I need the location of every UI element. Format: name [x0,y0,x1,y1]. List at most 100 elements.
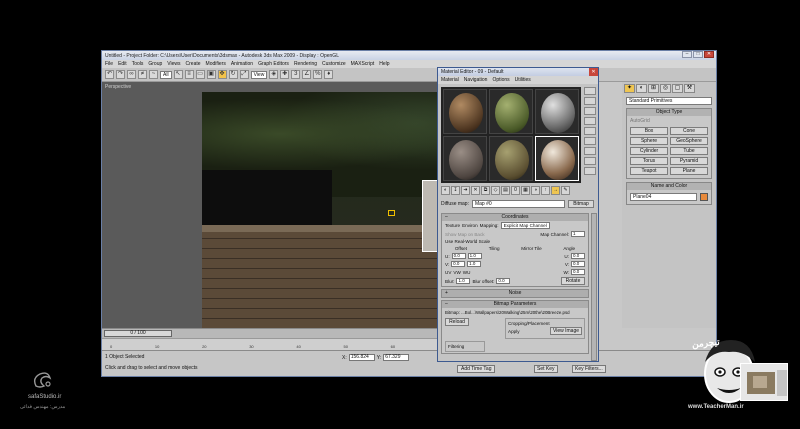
cylinder-button[interactable]: Cylinder [630,147,668,155]
sample-slot-active[interactable] [535,136,579,181]
assign-material-icon[interactable]: ➜ [461,186,470,195]
plane-button[interactable]: Plane [670,167,708,175]
blur-offset-input[interactable]: 0.0 [496,278,511,284]
motion-tab-icon[interactable]: ◎ [660,84,671,93]
u-offset-input[interactable]: 0.0 [451,253,466,259]
make-preview-icon[interactable] [584,137,596,145]
menu-tools[interactable]: Tools [132,61,144,67]
sample-slot[interactable] [443,136,487,181]
texture-radio[interactable]: Texture [445,223,460,228]
w-angle-input[interactable]: 0.0 [571,269,585,275]
select-move-icon[interactable]: ✥ [217,70,227,79]
make-copy-icon[interactable]: ⧉ [481,186,490,195]
noise-header[interactable]: + Noise [442,290,588,297]
angle-snap-icon[interactable]: ∠ [302,70,312,79]
sample-slot[interactable] [535,89,579,134]
tube-button[interactable]: Tube [670,147,708,155]
coordinates-header[interactable]: – Coordinates [442,214,588,221]
material-editor-close-button[interactable]: ✕ [589,68,598,76]
select-by-name-icon[interactable]: ≡ [184,70,194,79]
torus-button[interactable]: Torus [630,157,668,165]
environ-radio[interactable]: Environ [462,223,478,228]
sample-type-icon[interactable] [584,87,596,95]
video-color-check-icon[interactable] [584,127,596,135]
set-key-button[interactable]: Set Key [534,365,558,373]
use-real-world-checkbox[interactable]: Use Real-World Scale [445,239,490,244]
view-image-button[interactable]: View Image [550,327,582,335]
selection-filter-dropdown[interactable]: All [160,70,172,79]
rotate-button[interactable]: Rotate [561,277,585,285]
undo-icon[interactable]: ↶ [105,70,114,79]
u-angle-input[interactable]: 0.0 [571,253,585,259]
object-type-header[interactable]: Object Type [627,109,711,116]
teapot-button[interactable]: Teapot [630,167,668,175]
viewport-label[interactable]: Perspective [105,84,131,90]
apply-checkbox[interactable]: Apply [508,329,520,334]
coord-x-input[interactable]: 156.824 [348,354,375,361]
coord-y-input[interactable]: 67.329 [383,354,410,361]
object-name-input[interactable]: Plane04 [630,193,697,201]
v-angle-input[interactable]: 0.0 [571,261,585,267]
uv-radio[interactable]: UV [445,270,451,275]
select-object-icon[interactable]: ↖ [173,70,183,79]
sample-slot[interactable] [443,89,487,134]
redo-icon[interactable]: ↷ [116,70,125,79]
backlight-icon[interactable] [584,97,596,105]
mapping-dropdown[interactable]: Explicit Map Channel [500,222,550,229]
select-scale-icon[interactable]: ⤢ [239,70,249,79]
me-menu-navigation[interactable]: Navigation [464,77,488,83]
bitmap-path-button[interactable]: Bitmap: ...Bol...\Wallpapers\20Walking\2… [442,308,588,317]
options-icon[interactable] [584,147,596,155]
cone-button[interactable]: Cone [670,127,708,135]
u-tiling-input[interactable]: 1.0 [467,253,482,259]
sphere-button[interactable]: Sphere [630,137,668,145]
map-name-dropdown[interactable]: Map #0 [471,200,565,208]
v-offset-input[interactable]: 0.0 [451,261,466,267]
material-effects-channel-icon[interactable]: 0 [511,186,520,195]
menu-file[interactable]: File [105,61,113,67]
v-tiling-input[interactable]: 1.0 [467,261,482,267]
minimize-button[interactable]: – [682,51,692,58]
show-map-in-viewport-icon[interactable]: ▦ [521,186,530,195]
show-map-on-back-checkbox[interactable]: Show Map on Back [445,232,485,237]
geosphere-button[interactable]: GeoSphere [670,137,708,145]
pyramid-button[interactable]: Pyramid [670,157,708,165]
close-button[interactable]: ✕ [704,51,714,58]
primitive-category-dropdown[interactable]: Standard Primitives [626,97,712,105]
put-material-icon[interactable]: ↧ [451,186,460,195]
go-to-parent-icon[interactable]: ↑ [541,186,550,195]
object-color-swatch[interactable] [700,193,708,201]
material-params-scrollbar[interactable] [591,213,597,361]
key-filters-button[interactable]: Key Filters... [572,365,606,373]
manipulate-icon[interactable]: ✚ [280,70,290,79]
material-navigator-icon[interactable] [584,167,596,175]
me-menu-utilities[interactable]: Utilities [515,77,531,83]
background-icon[interactable] [584,107,596,115]
me-menu-material[interactable]: Material [441,77,459,83]
pick-material-icon[interactable]: ✎ [561,186,570,195]
menu-views[interactable]: Views [167,61,180,67]
pivot-center-icon[interactable]: ◈ [269,70,279,79]
maximize-button[interactable]: □ [693,51,703,58]
spinner-snap-icon[interactable]: ♦ [324,70,334,79]
modify-tab-icon[interactable]: ◐ [636,84,647,93]
make-unique-icon[interactable]: ◇ [491,186,500,195]
menu-create[interactable]: Create [186,61,201,67]
reload-button[interactable]: Reload [445,318,469,326]
create-tab-icon[interactable]: ✦ [624,84,635,93]
utilities-tab-icon[interactable]: ⚒ [684,84,695,93]
go-forward-sibling-icon[interactable]: → [551,186,560,195]
time-slider[interactable]: 0 / 100 [104,330,172,337]
reference-coord-dropdown[interactable]: View [250,70,268,79]
light-helper-icon[interactable] [388,210,395,216]
bitmap-parameters-header[interactable]: – Bitmap Parameters [442,301,588,308]
sample-slot[interactable] [489,89,533,134]
menu-help[interactable]: Help [379,61,389,67]
add-time-tag-button[interactable]: Add Time Tag [457,365,496,373]
menu-group[interactable]: Group [148,61,162,67]
menu-edit[interactable]: Edit [118,61,127,67]
sample-slot[interactable] [489,136,533,181]
unlink-icon[interactable]: ≠ [138,70,147,79]
menu-graph-editors[interactable]: Graph Editors [258,61,289,67]
menu-animation[interactable]: Animation [231,61,253,67]
